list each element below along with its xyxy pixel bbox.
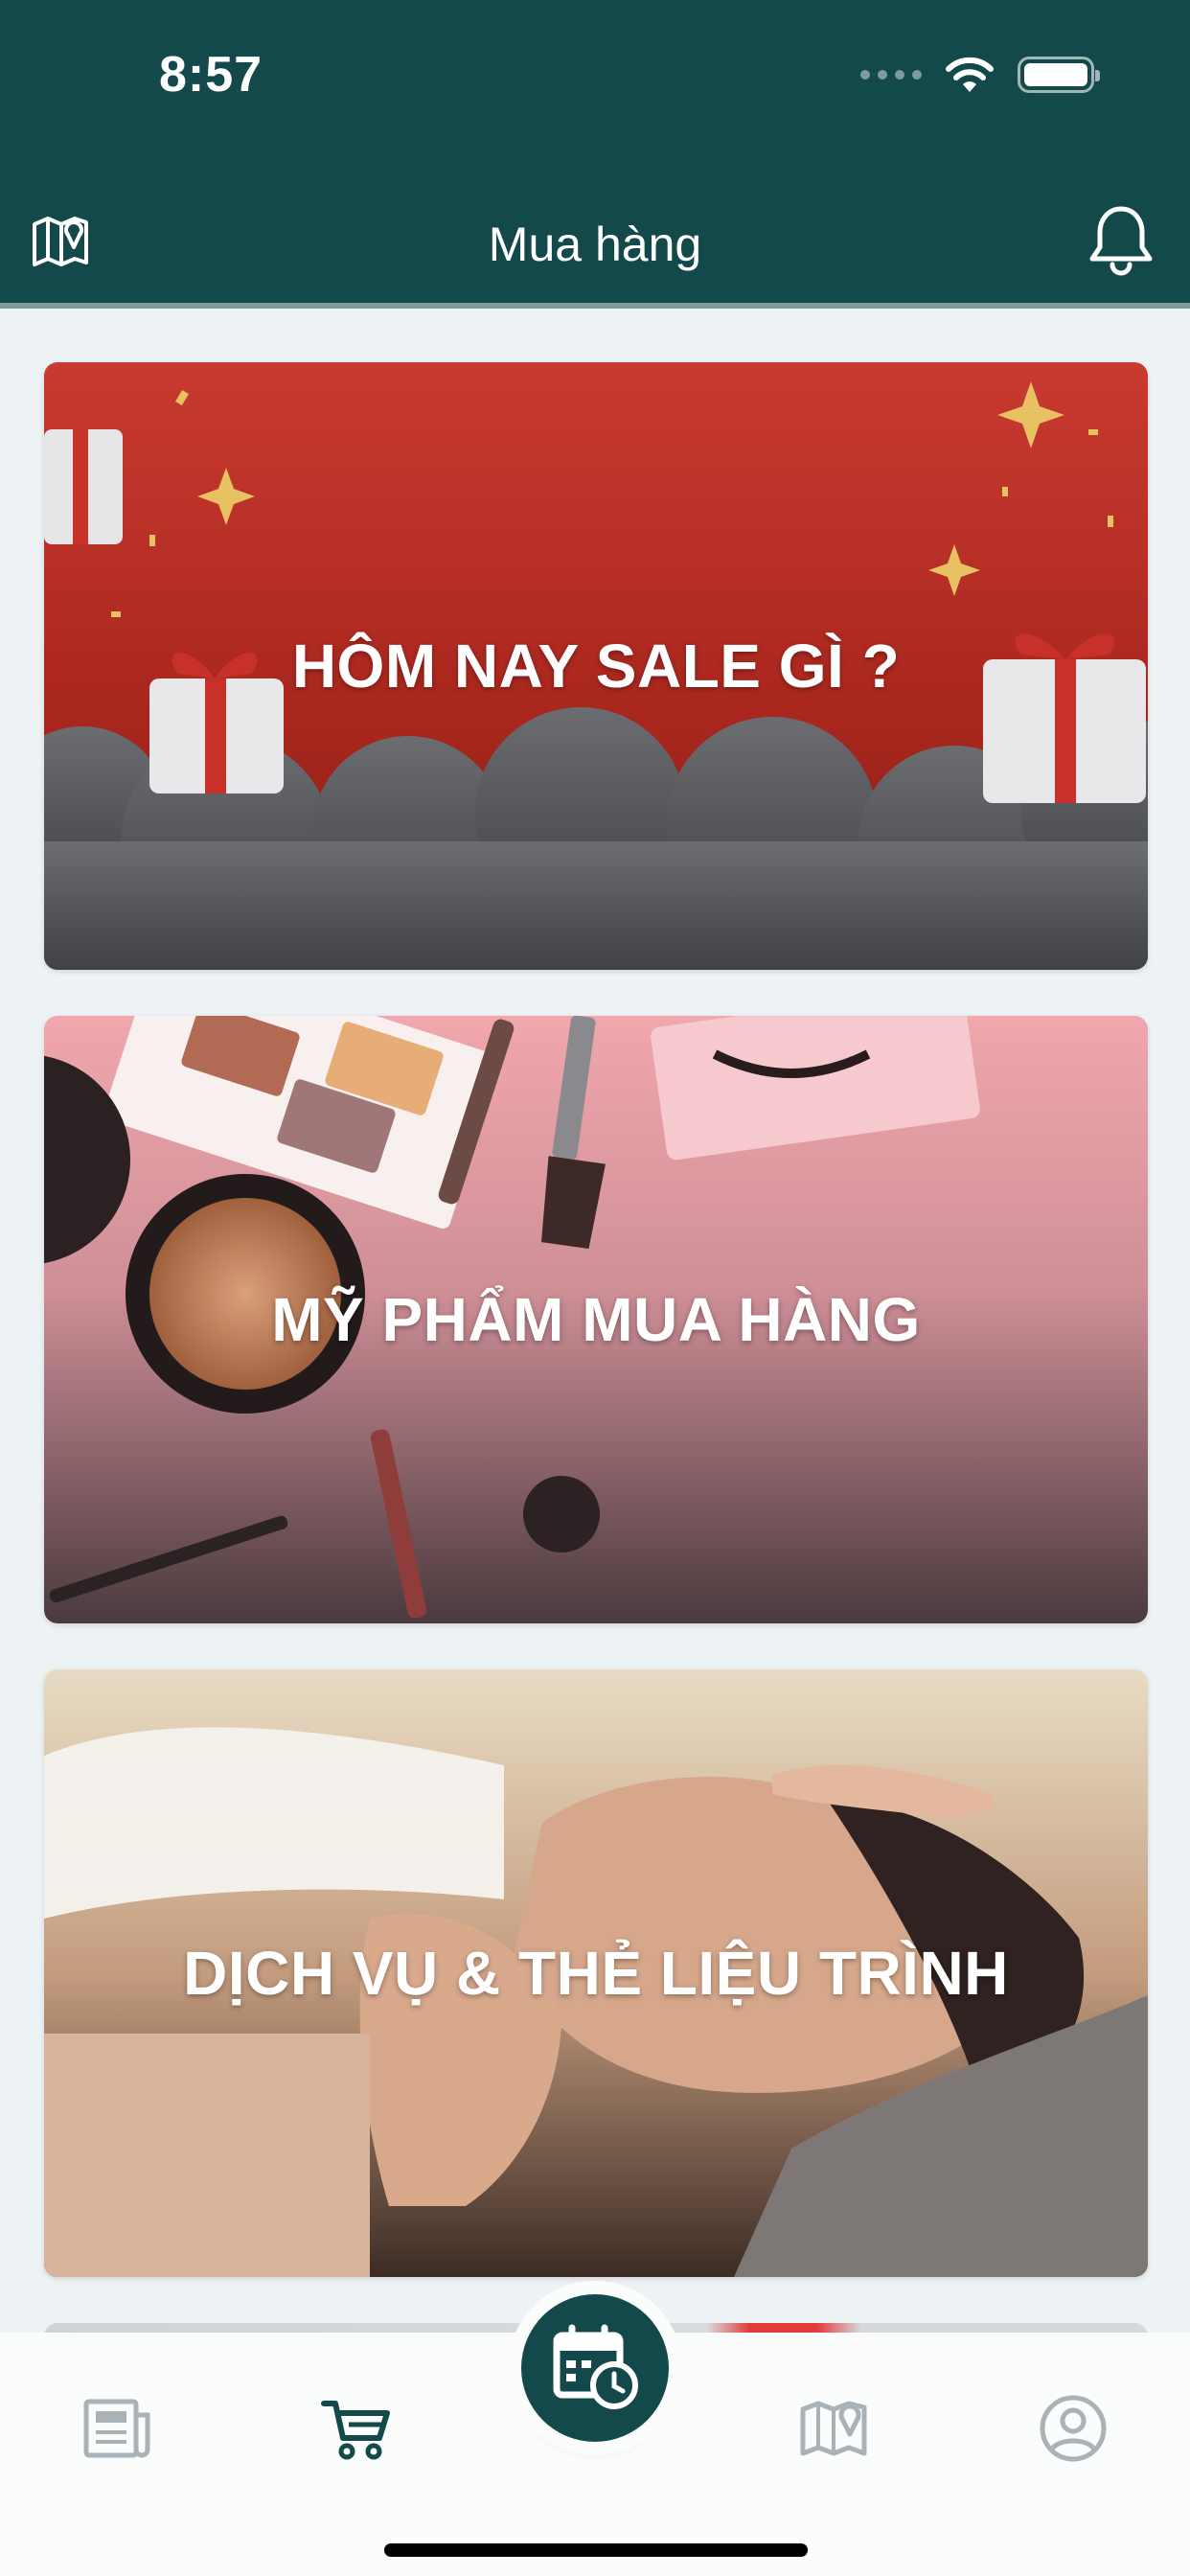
wifi-icon [946,57,994,92]
map-pin-icon[interactable] [795,2390,872,2467]
newspaper-icon[interactable] [79,2390,155,2467]
sale-card-title: HÔM NAY SALE GÌ ? [291,632,901,701]
bell-icon[interactable] [1087,203,1156,276]
spa-card-title: DỊCH VỤ & THẺ LIỆU TRÌNH [183,1939,1009,2008]
home-indicator [384,2543,808,2557]
cosmetics-card[interactable]: MỸ PHẨM MUA HÀNG [44,1016,1148,1623]
status-time: 8:57 [159,47,263,103]
cart-icon[interactable] [318,2390,395,2467]
cosmetics-card-title: MỸ PHẨM MUA HÀNG [271,1285,921,1354]
status-indicators [860,56,1100,94]
booking-button[interactable] [521,2294,669,2442]
calendar-clock-icon [553,2324,638,2409]
sale-card[interactable]: HÔM NAY SALE GÌ ? [44,362,1148,970]
battery-icon [1018,57,1100,93]
spa-services-card[interactable]: DỊCH VỤ & THẺ LIỆU TRÌNH [44,1669,1148,2277]
app-header: 8:57 Mua hàng [0,0,1190,309]
cellular-signal-icon [860,70,922,80]
page-title: Mua hàng [488,218,702,271]
user-circle-icon[interactable] [1035,2390,1111,2467]
